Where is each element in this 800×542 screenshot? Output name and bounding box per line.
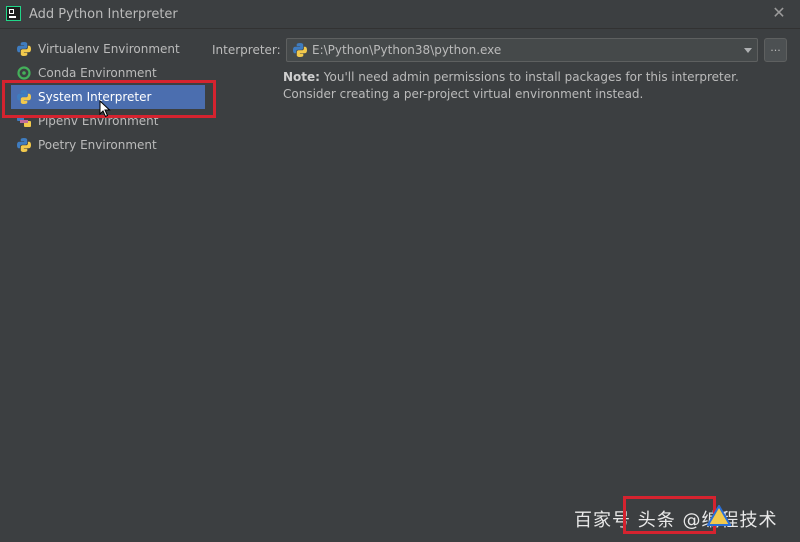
pipenv-icon <box>17 115 31 127</box>
sidebar-item-virtualenv[interactable]: Virtualenv Environment <box>11 37 205 61</box>
site-logo-icon <box>707 505 731 526</box>
environment-type-list: Virtualenv Environment Conda Environment… <box>0 29 210 229</box>
sidebar-item-poetry[interactable]: Poetry Environment <box>11 133 205 157</box>
note-prefix: Note: <box>283 70 320 84</box>
interpreter-label: Interpreter: <box>212 43 281 57</box>
browse-button[interactable]: ... <box>764 38 787 62</box>
chevron-down-icon[interactable] <box>744 48 752 53</box>
python-icon <box>17 138 31 152</box>
title-bar: Add Python Interpreter ✕ <box>0 0 800 29</box>
window-title: Add Python Interpreter <box>29 7 178 22</box>
pycharm-logo-icon <box>6 6 21 21</box>
sidebar-item-label: System Interpreter <box>38 90 152 104</box>
sidebar-item-conda[interactable]: Conda Environment <box>11 61 205 85</box>
python-icon <box>17 42 31 56</box>
conda-icon <box>17 66 31 80</box>
close-icon[interactable]: ✕ <box>770 4 788 22</box>
admin-permission-note: Note: You'll need admin permissions to i… <box>283 69 783 103</box>
python-icon <box>293 43 307 57</box>
watermark-highlight-frame <box>623 496 716 534</box>
interpreter-path-value: E:\Python\Python38\python.exe <box>312 43 502 57</box>
sidebar-item-label: Conda Environment <box>38 66 157 80</box>
sidebar-item-label: Poetry Environment <box>38 138 157 152</box>
python-icon <box>17 90 31 104</box>
sidebar-item-label: Virtualenv Environment <box>38 42 180 56</box>
mouse-cursor-icon <box>99 100 111 118</box>
interpreter-select[interactable]: E:\Python\Python38\python.exe <box>286 38 758 62</box>
note-text: You'll need admin permissions to install… <box>283 70 739 101</box>
